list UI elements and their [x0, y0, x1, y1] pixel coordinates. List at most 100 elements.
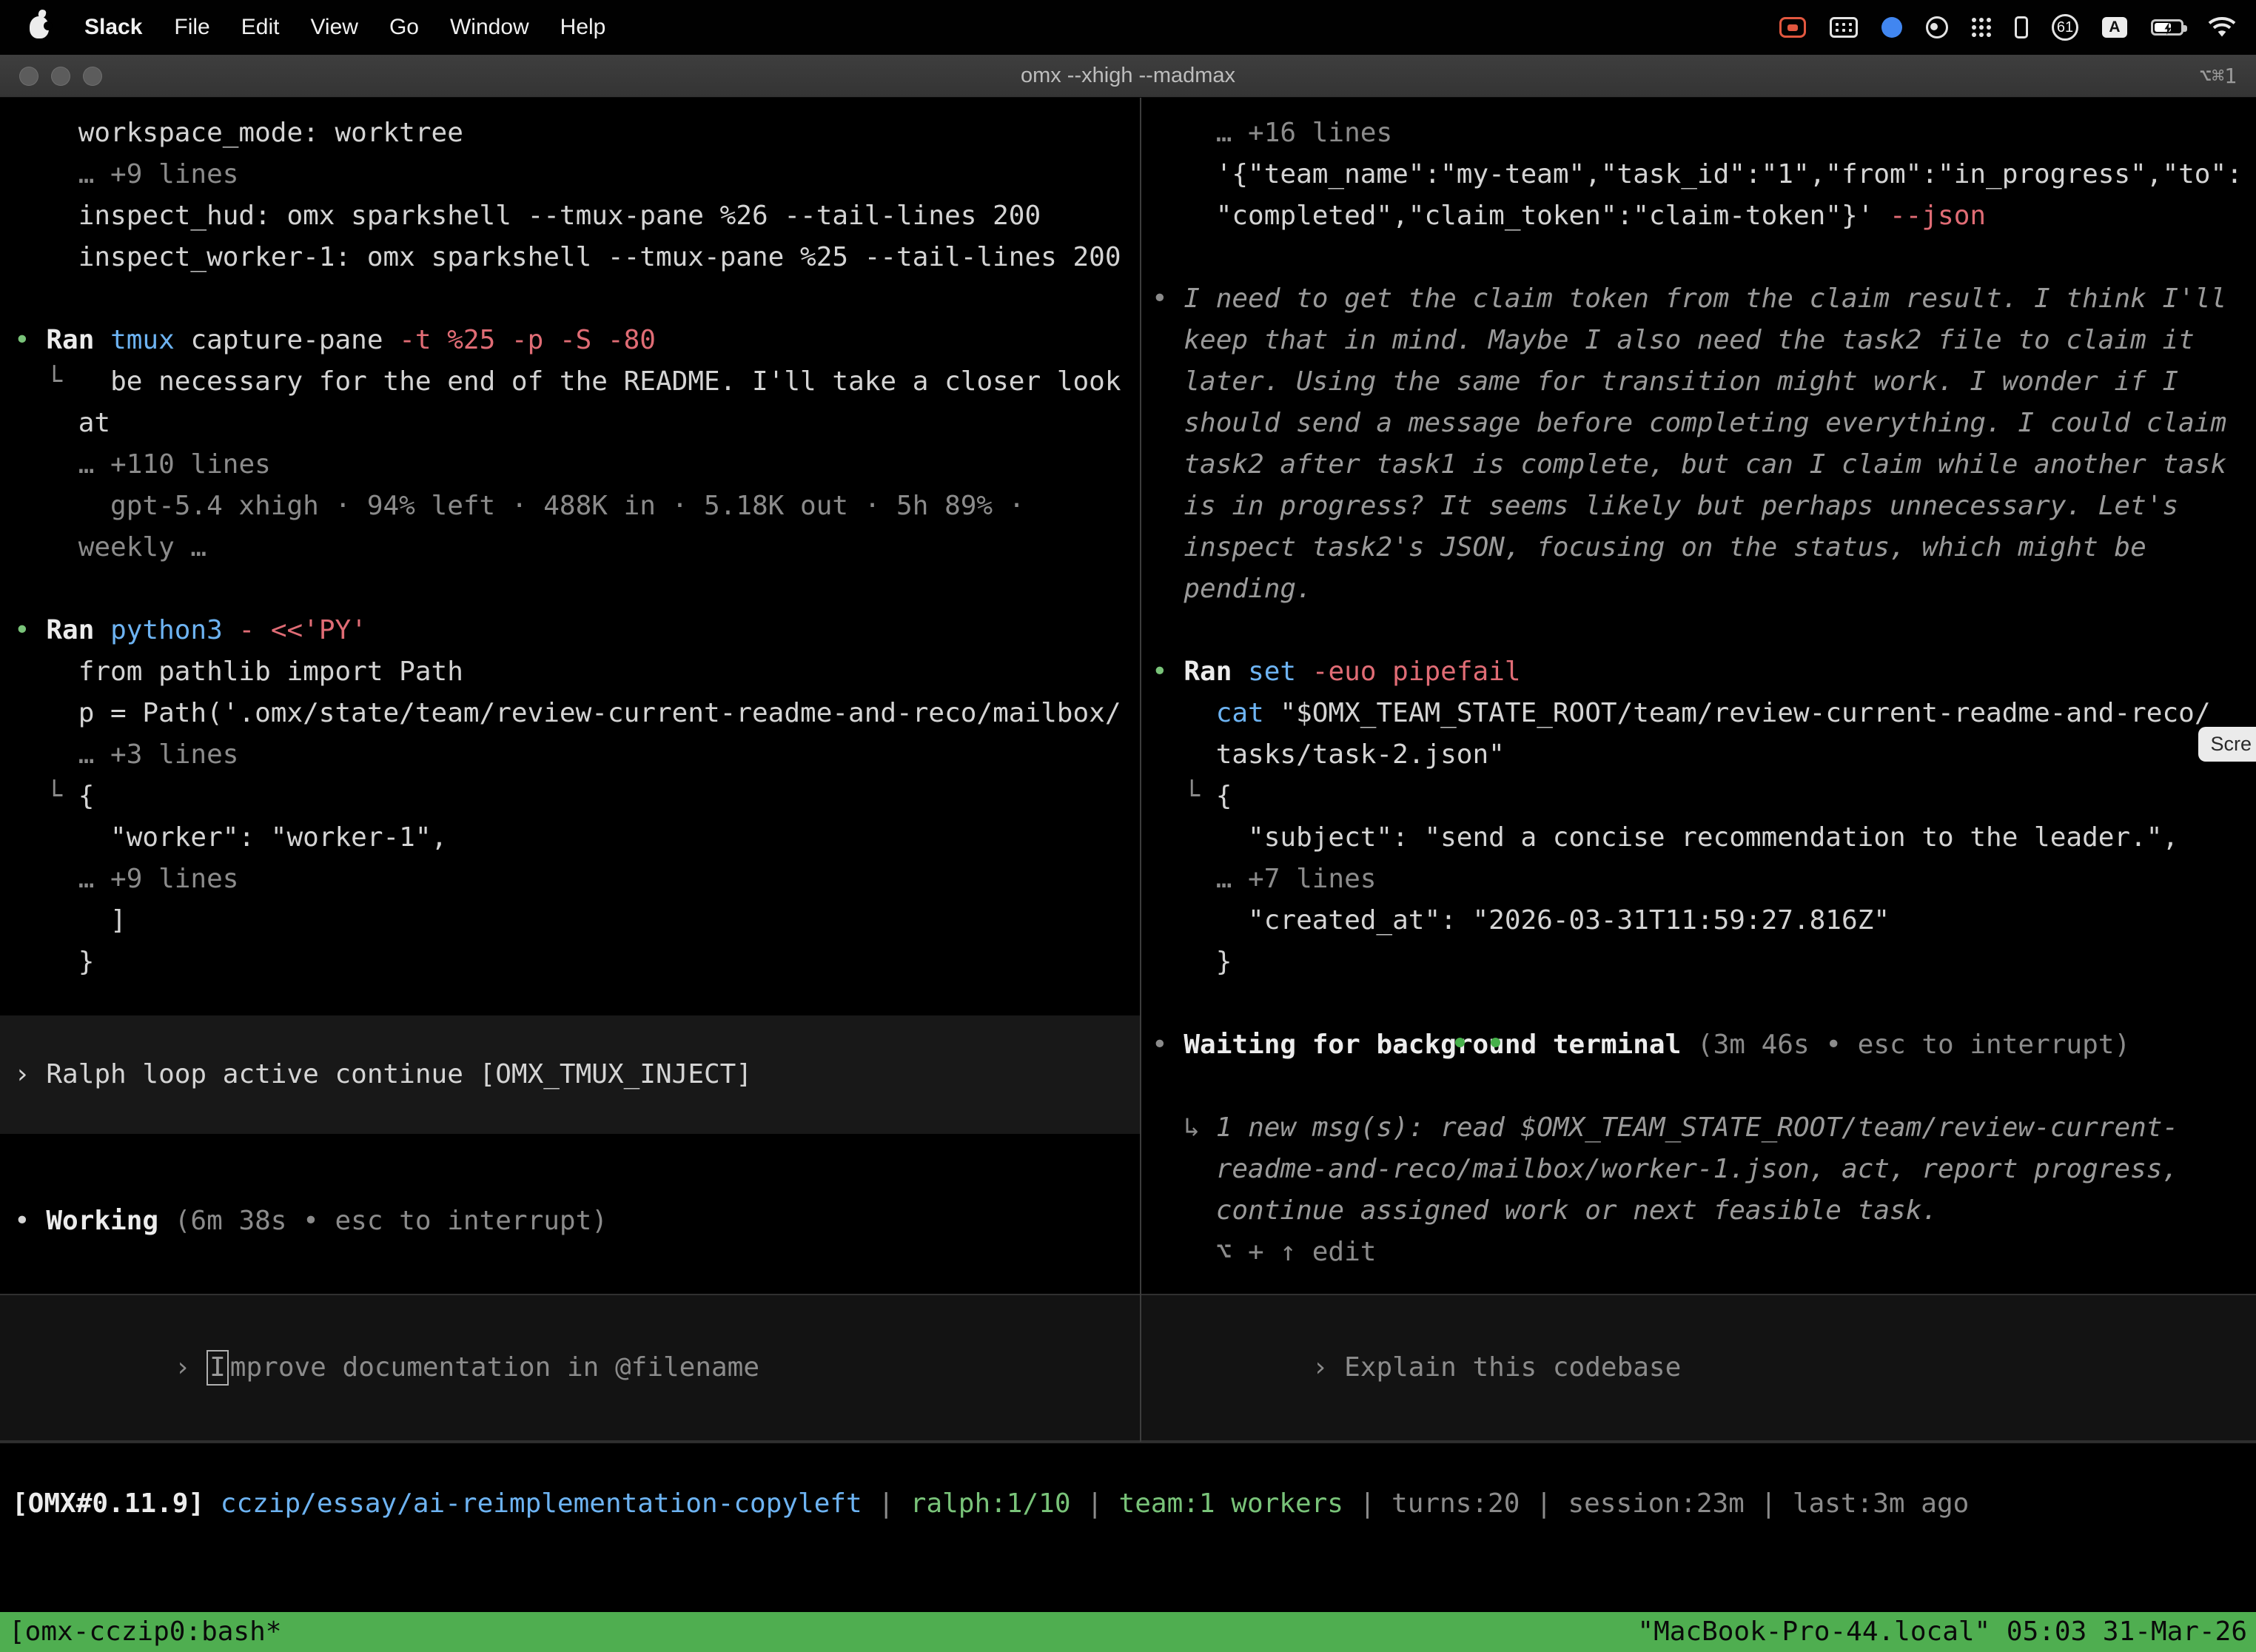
terminal-line: should send a message before completing …	[1152, 403, 2256, 444]
terminal-line: inspect_hud: omx sparkshell --tmux-pane …	[14, 195, 1140, 237]
terminal-line: }	[1152, 941, 2256, 983]
spinner-dot	[1491, 1038, 1500, 1047]
menu-edit[interactable]: Edit	[226, 15, 295, 40]
window-title: omx --xhigh --madmax	[0, 64, 2256, 88]
terminal-line: … +110 lines	[14, 444, 1140, 486]
macos-menu-bar: Slack File Edit View Go Window Help 61 A	[0, 0, 2256, 55]
terminal-line: ↳ 1 new msg(s): read $OMX_TEAM_STATE_ROO…	[1152, 1107, 2256, 1149]
terminal-line: └ {	[1152, 776, 2256, 817]
window-titlebar: omx --xhigh --madmax ⌥⌘1	[0, 55, 2256, 98]
input-text-left: mprove documentation in @filename	[230, 1352, 759, 1383]
tmux-session-label: [omx-cczip0:bash*	[9, 1612, 281, 1652]
terminal-line: ]	[14, 900, 1140, 941]
terminal-line: • I need to get the claim token from the…	[1152, 278, 2256, 320]
terminal-line: "created_at": "2026-03-31T11:59:27.816Z"	[1152, 900, 2256, 941]
wifi-icon[interactable]	[2207, 16, 2237, 38]
percent-badge-icon[interactable]: 61	[2052, 14, 2078, 41]
apple-logo-icon[interactable]	[30, 16, 49, 38]
screen-recording-dot	[1787, 24, 1798, 31]
terminal-line: keep that in mind. Maybe I also need the…	[1152, 320, 2256, 361]
terminal-line: └ {	[14, 776, 1140, 817]
terminal-line: later. Using the same for transition mig…	[1152, 361, 2256, 403]
terminal-line: inspect task2's JSON, focusing on the st…	[1152, 527, 2256, 568]
terminal-scrollback-right: … +16 lines '{"team_name":"my-team","tas…	[1152, 113, 2256, 1273]
prompt-input-right[interactable]: › Explain this codebase	[1141, 1294, 2256, 1442]
terminal-line: ⌥ + ↑ edit	[1152, 1232, 2256, 1273]
phone-mirroring-icon[interactable]	[2015, 16, 2028, 38]
terminal-line: workspace_mode: worktree	[14, 113, 1140, 154]
apps-grid-icon[interactable]	[1972, 18, 1991, 37]
terminal-line: … +7 lines	[1152, 859, 2256, 900]
close-button[interactable]	[19, 67, 38, 86]
omx-status-bar: [OMX#0.11.9] cczip/essay/ai-reimplementa…	[0, 1483, 2256, 1525]
terminal-scrollback-left: workspace_mode: worktree … +9 lines insp…	[14, 113, 1140, 983]
terminal-line: • Ran python3 - <<'PY'	[14, 610, 1140, 651]
menubar-status-icons: 61 A	[1779, 14, 2237, 41]
terminal-line: "subject": "send a concise recommendatio…	[1152, 817, 2256, 859]
terminal-line: … +9 lines	[14, 154, 1140, 195]
terminal-line: at	[14, 403, 1140, 444]
menu-help[interactable]: Help	[545, 15, 622, 40]
terminal-line: p = Path('.omx/state/team/review-current…	[14, 693, 1140, 734]
menu-go[interactable]: Go	[374, 15, 434, 40]
inject-banner-text: › Ralph loop active continue [OMX_TMUX_I…	[14, 1054, 752, 1095]
tmux-host-clock: "MacBook-Pro-44.local" 05:03 31-Mar-26	[1637, 1612, 2247, 1652]
terminal-line: '{"team_name":"my-team","task_id":"1","f…	[1152, 154, 2256, 195]
text-cursor: I	[207, 1350, 229, 1386]
terminal-line: gpt-5.4 xhigh · 94% left · 488K in · 5.1…	[14, 486, 1140, 527]
terminal-line: inspect_worker-1: omx sparkshell --tmux-…	[14, 237, 1140, 278]
spinner-dot	[1455, 1038, 1465, 1047]
terminal-line: weekly …	[14, 527, 1140, 568]
inject-banner: › Ralph loop active continue [OMX_TMUX_I…	[0, 1015, 1140, 1134]
screen-recording-icon[interactable]	[1779, 17, 1806, 38]
terminal-line: • Ran tmux capture-pane -t %25 -p -S -80	[14, 320, 1140, 361]
terminal-line: is in progress? It seems likely but perh…	[1152, 486, 2256, 527]
terminal-line: continue assigned work or next feasible …	[1152, 1190, 2256, 1232]
menu-window[interactable]: Window	[434, 15, 545, 40]
input-source-icon[interactable]: A	[2102, 17, 2127, 38]
terminal-line	[1152, 237, 2256, 278]
zoom-button[interactable]	[83, 67, 102, 86]
terminal-line: readme-and-reco/mailbox/worker-1.json, a…	[1152, 1149, 2256, 1190]
menu-app-name[interactable]: Slack	[68, 15, 158, 40]
battery-nub	[2183, 25, 2187, 32]
minimize-button[interactable]	[51, 67, 70, 86]
terminal-line	[1152, 610, 2256, 651]
terminal-line: "completed","claim_token":"claim-token"}…	[1152, 195, 2256, 237]
tmux-status-bar: [omx-cczip0:bash* "MacBook-Pro-44.local"…	[0, 1612, 2256, 1652]
terminal-line: tasks/task-2.json"	[1152, 734, 2256, 776]
terminal-line: from pathlib import Path	[14, 651, 1140, 693]
keyboard-icon[interactable]	[1830, 17, 1858, 38]
terminal-line: }	[14, 941, 1140, 983]
screen-capture-tooltip: Scre	[2198, 727, 2256, 762]
blue-app-icon[interactable]	[1881, 17, 1902, 38]
terminal-line: … +16 lines	[1152, 113, 2256, 154]
terminal-line: pending.	[1152, 568, 2256, 610]
terminal-line	[14, 568, 1140, 610]
terminal-line: └ be necessary for the end of the README…	[14, 361, 1140, 403]
terminal-line: task2 after task1 is complete, but can I…	[1152, 444, 2256, 486]
terminal-line: … +3 lines	[14, 734, 1140, 776]
terminal-line	[1152, 983, 2256, 1024]
window-shortcut-hint: ⌥⌘1	[2199, 64, 2237, 88]
working-status: • Working (6m 38s • esc to interrupt)	[14, 1201, 1140, 1242]
input-text-right: Explain this codebase	[1344, 1352, 1681, 1383]
terminal-line: • Waiting for background terminal (3m 46…	[1152, 1024, 2256, 1066]
disc-icon[interactable]	[1926, 16, 1948, 38]
terminal-window: workspace_mode: worktree … +9 lines insp…	[0, 98, 2256, 1652]
menu-view[interactable]: View	[295, 15, 373, 40]
terminal-line	[14, 278, 1140, 320]
terminal-line: "worker": "worker-1",	[14, 817, 1140, 859]
terminal-pane-right[interactable]: … +16 lines '{"team_name":"my-team","tas…	[1141, 98, 2256, 1442]
battery-icon[interactable]	[2151, 19, 2183, 36]
terminal-line: • Ran set -euo pipefail	[1152, 651, 2256, 693]
prompt-chevron-icon: ›	[175, 1352, 207, 1383]
terminal-line: … +9 lines	[14, 859, 1140, 900]
prompt-chevron-icon: ›	[1312, 1352, 1344, 1383]
prompt-input-left[interactable]: › Improve documentation in @filename	[0, 1294, 1140, 1442]
terminal-pane-left[interactable]: workspace_mode: worktree … +9 lines insp…	[0, 98, 1140, 1442]
tmux-panes: workspace_mode: worktree … +9 lines insp…	[0, 98, 2256, 1443]
menu-file[interactable]: File	[158, 15, 225, 40]
terminal-line	[1152, 1066, 2256, 1107]
terminal-line: cat "$OMX_TEAM_STATE_ROOT/team/review-cu…	[1152, 693, 2256, 734]
